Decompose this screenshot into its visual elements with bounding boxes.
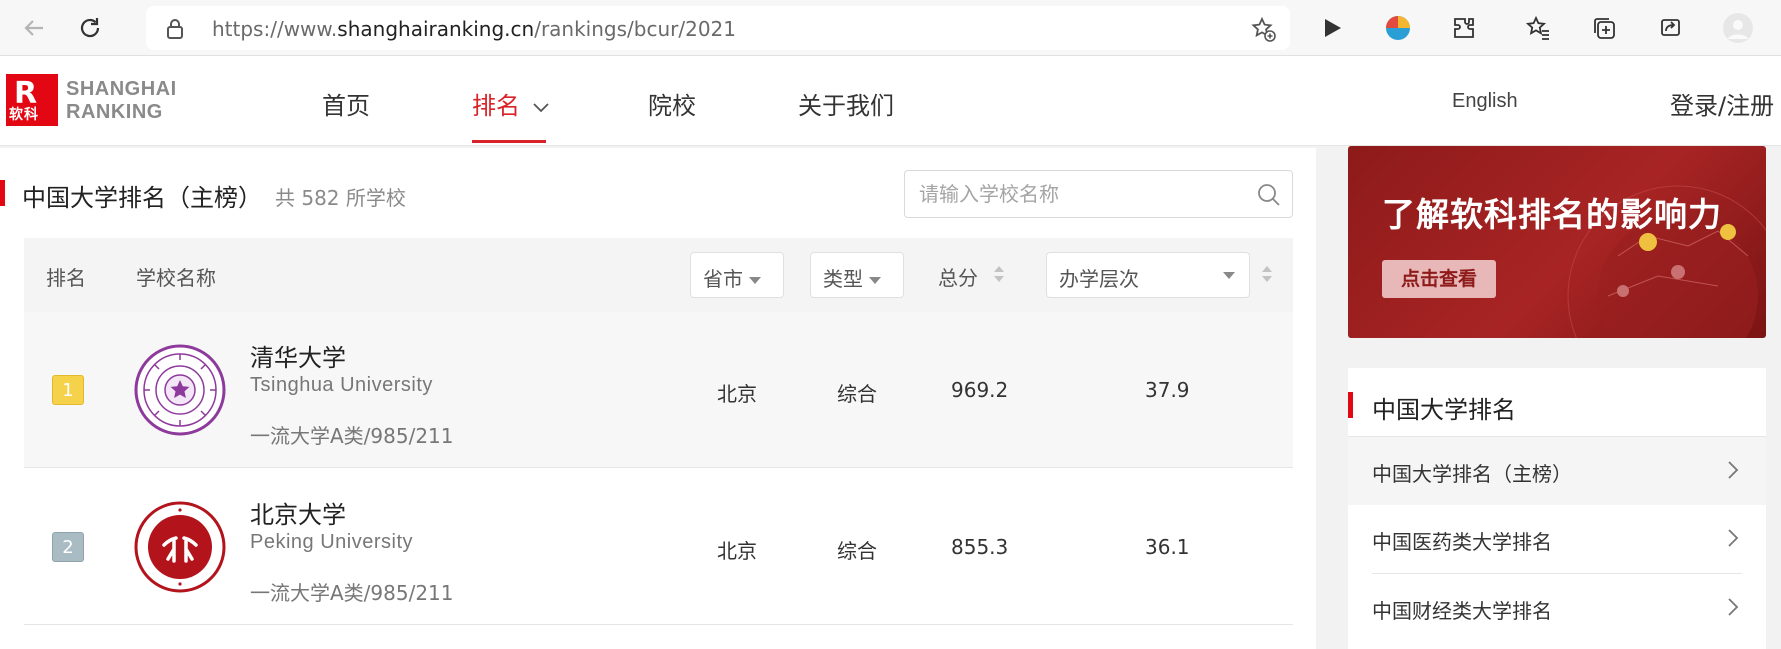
back-button[interactable] bbox=[16, 10, 52, 46]
reload-button[interactable] bbox=[72, 10, 108, 46]
influence-banner[interactable]: 了解软科排名的影响力 点击查看 bbox=[1348, 146, 1766, 338]
site-header: R 软科 SHANGHAI RANKING 首页 排名 院校 关于我们 Engl… bbox=[0, 56, 1781, 146]
col-name: 学校名称 bbox=[136, 266, 216, 290]
logo-text[interactable]: SHANGHAI RANKING bbox=[66, 78, 177, 124]
score-cell: 855.3 bbox=[951, 535, 1009, 559]
level-cell: 37.9 bbox=[1145, 378, 1190, 402]
share-icon[interactable] bbox=[1654, 12, 1686, 44]
play-icon[interactable] bbox=[1316, 12, 1348, 44]
university-name-en[interactable]: Peking University bbox=[250, 531, 413, 554]
sidebar-item-main-ranking[interactable]: 中国大学排名（主榜） bbox=[1348, 437, 1766, 505]
ranking-panel: 中国大学排名（主榜） 共 582 所学校 排名 学校名称 省市 类型 总分 办学… bbox=[0, 148, 1316, 649]
table-row[interactable]: 2 北京大学 Peking University 一流大学A类/985/211 … bbox=[24, 469, 1293, 625]
level-filter[interactable]: 办学层次 bbox=[1046, 252, 1250, 298]
rank-badge: 2 bbox=[52, 532, 84, 562]
add-favorite-icon[interactable] bbox=[1250, 16, 1276, 46]
dropdown-arrow-icon bbox=[1223, 272, 1235, 279]
level-cell: 36.1 bbox=[1145, 535, 1190, 559]
view-button[interactable]: 点击查看 bbox=[1382, 260, 1496, 298]
table-row[interactable]: 1 清华大学 Tsinghua University 一流大学A类/985/21… bbox=[24, 312, 1293, 468]
browser-toolbar: https://www.shanghairanking.cn/rankings/… bbox=[0, 0, 1781, 56]
col-rank: 排名 bbox=[46, 266, 86, 290]
score-cell: 969.2 bbox=[951, 378, 1009, 402]
collections-icon[interactable] bbox=[1588, 12, 1620, 44]
address-bar[interactable]: https://www.shanghairanking.cn/rankings/… bbox=[146, 6, 1290, 50]
province-cell: 北京 bbox=[717, 539, 757, 563]
school-count: 共 582 所学校 bbox=[275, 186, 406, 210]
chevron-right-icon bbox=[1728, 598, 1739, 616]
language-switch[interactable]: English bbox=[1452, 90, 1518, 113]
type-cell: 综合 bbox=[837, 382, 877, 406]
sort-level-icon[interactable] bbox=[1262, 266, 1272, 286]
university-tags: 一流大学A类/985/211 bbox=[250, 424, 454, 448]
menu-about[interactable]: 关于我们 bbox=[798, 86, 894, 121]
chevron-right-icon bbox=[1728, 461, 1739, 479]
school-search[interactable] bbox=[904, 170, 1293, 218]
side-title-marker bbox=[1348, 392, 1353, 418]
col-score[interactable]: 总分 bbox=[938, 262, 978, 291]
peking-logo bbox=[134, 501, 226, 593]
sidebar-item-medical-ranking[interactable]: 中国医药类大学排名 bbox=[1348, 505, 1766, 573]
menu-universities[interactable]: 院校 bbox=[648, 86, 696, 121]
reload-icon bbox=[80, 18, 100, 38]
university-tags: 一流大学A类/985/211 bbox=[250, 581, 454, 605]
title-marker bbox=[0, 180, 5, 206]
menu-rankings[interactable]: 排名 bbox=[472, 86, 550, 121]
extension-color-icon[interactable] bbox=[1382, 12, 1414, 44]
university-name-en[interactable]: Tsinghua University bbox=[250, 374, 433, 397]
province-filter[interactable]: 省市 bbox=[690, 252, 784, 298]
rank-badge: 1 bbox=[52, 375, 84, 405]
chevron-down-icon bbox=[533, 103, 549, 113]
banner-title: 了解软科排名的影响力 bbox=[1382, 195, 1722, 234]
dropdown-arrow-icon bbox=[749, 277, 761, 284]
university-name-cn[interactable]: 北京大学 bbox=[250, 495, 346, 530]
sidebar-item-finance-ranking[interactable]: 中国财经类大学排名 bbox=[1348, 574, 1766, 642]
profile-avatar-icon[interactable] bbox=[1722, 12, 1754, 44]
university-name-cn[interactable]: 清华大学 bbox=[250, 338, 346, 373]
site-logo[interactable]: R 软科 bbox=[6, 74, 58, 126]
type-filter[interactable]: 类型 bbox=[810, 252, 904, 298]
side-card-title: 中国大学排名 bbox=[1372, 396, 1516, 424]
favorites-icon[interactable] bbox=[1522, 12, 1554, 44]
world-map-graphic bbox=[1567, 185, 1766, 338]
tsinghua-logo bbox=[134, 344, 226, 436]
login-register-link[interactable]: 登录/注册 bbox=[1670, 86, 1774, 121]
page-title: 中国大学排名（主榜） bbox=[22, 184, 262, 212]
ranking-category-card: 中国大学排名 中国大学排名（主榜） 中国医药类大学排名 中国财经类大学排名 bbox=[1348, 368, 1766, 649]
search-input[interactable] bbox=[919, 182, 1239, 206]
province-cell: 北京 bbox=[717, 382, 757, 406]
sort-score-icon[interactable] bbox=[994, 266, 1004, 286]
search-icon[interactable] bbox=[1256, 182, 1282, 212]
menu-home[interactable]: 首页 bbox=[322, 86, 370, 121]
extensions-icon[interactable] bbox=[1448, 12, 1480, 44]
active-menu-indicator bbox=[472, 140, 546, 143]
dropdown-arrow-icon bbox=[869, 277, 881, 284]
chevron-right-icon bbox=[1728, 529, 1739, 547]
url-text: https://www.shanghairanking.cn/rankings/… bbox=[212, 17, 736, 41]
back-arrow-icon bbox=[24, 20, 43, 36]
type-cell: 综合 bbox=[837, 539, 877, 563]
lock-icon bbox=[166, 19, 184, 43]
table-header: 排名 学校名称 省市 类型 总分 办学层次 bbox=[24, 238, 1293, 312]
